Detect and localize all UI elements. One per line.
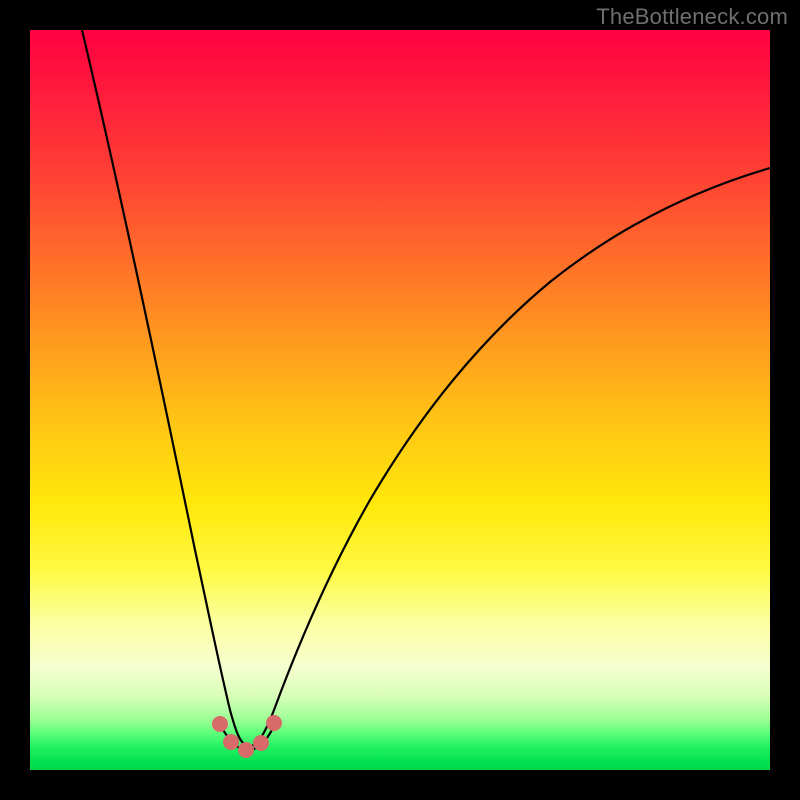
plot-area (30, 30, 770, 770)
watermark-text: TheBottleneck.com (596, 4, 788, 30)
minimum-highlight (212, 715, 282, 758)
bottleneck-curve (82, 30, 770, 746)
bottleneck-curve-svg (30, 30, 770, 770)
chart-frame: TheBottleneck.com (0, 0, 800, 800)
